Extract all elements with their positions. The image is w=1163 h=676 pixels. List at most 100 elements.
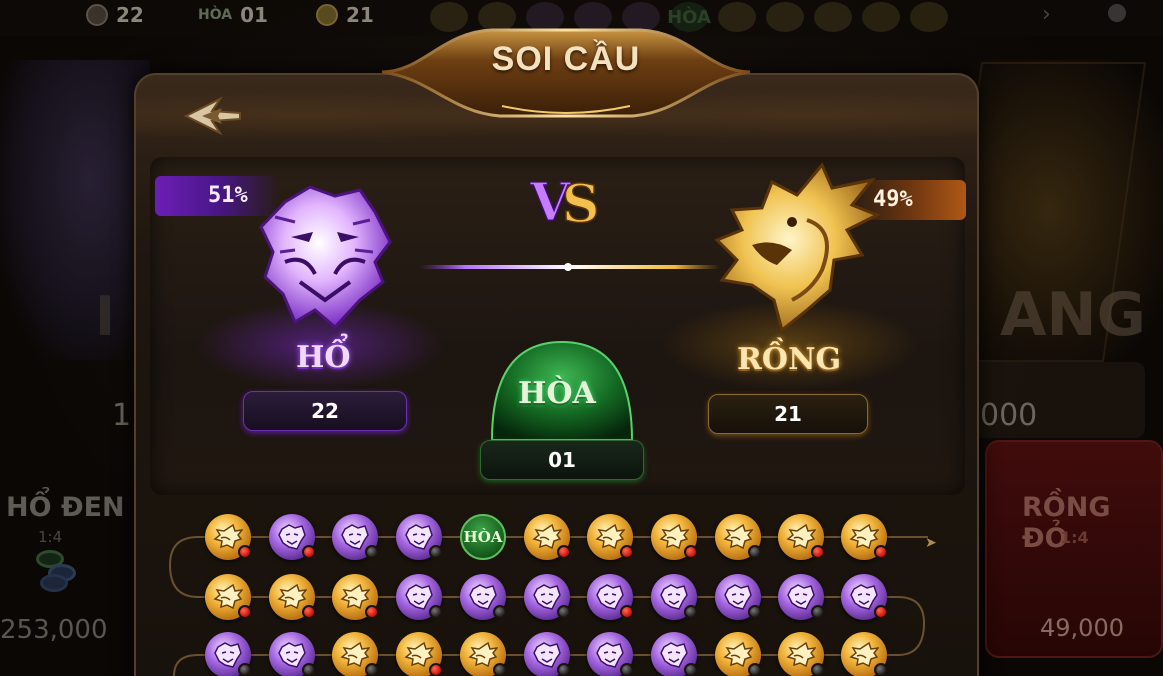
road-bead-tiger (205, 632, 252, 676)
back-button[interactable] (182, 95, 244, 137)
bg-hoa-count: 01 (240, 3, 268, 27)
bg-rong-do-title: RỒNG ĐỎ (1022, 492, 1111, 554)
bg-left-banner: I (95, 285, 116, 348)
black-dot-marker (302, 663, 316, 676)
dragon-name: RỒNG (737, 342, 842, 377)
road-bead-tiger (651, 632, 698, 676)
road-bead-dragon (715, 514, 762, 560)
road-bead-tiger (651, 574, 698, 620)
bg-tiger-count: 22 (116, 3, 144, 27)
red-dot-marker (811, 545, 825, 559)
red-dot-marker (874, 545, 888, 559)
red-dot-marker (620, 605, 634, 619)
chevron-right-icon: › (1042, 2, 1051, 27)
red-dot-marker (874, 605, 888, 619)
bg-hoa-label: HÒA (198, 7, 233, 23)
black-dot-marker (811, 605, 825, 619)
red-dot-marker (620, 545, 634, 559)
tiger-percent: 51% (208, 183, 248, 208)
red-dot-marker (365, 605, 379, 619)
bg-history-dot (766, 2, 804, 32)
road-bead-tiger (715, 574, 762, 620)
vs-emblem-icon: V S (530, 171, 600, 230)
road-bead-dragon (396, 632, 443, 676)
road-map: ➤ HÒA (168, 505, 948, 676)
road-bead-dragon (269, 574, 316, 620)
red-dot-marker (238, 605, 252, 619)
bg-left-amount: 1 (112, 398, 132, 433)
bg-ho-den-title: HỔ ĐEN (6, 492, 125, 523)
black-dot-marker (429, 605, 443, 619)
black-dot-marker (684, 663, 698, 676)
black-dot-marker (238, 663, 252, 676)
road-bead-hoa: HÒA (460, 514, 506, 560)
tie-count: 01 (480, 440, 644, 480)
black-dot-marker (684, 605, 698, 619)
vs-s: S (562, 174, 600, 230)
road-bead-tiger (524, 574, 571, 620)
black-dot-marker (493, 663, 507, 676)
bg-history-dot (910, 2, 948, 32)
bg-history-dot (862, 2, 900, 32)
game-screen: 22 HÒA 01 21 HÒA › I ANG 1 000 HỔ ĐEN 1:… (0, 0, 1163, 676)
bg-tiger-stat: 22 (86, 3, 144, 27)
road-bead-dragon (332, 632, 379, 676)
popup-title: SOI CẦU (491, 40, 641, 78)
road-bead-dragon (205, 574, 252, 620)
dragon-count: 21 (708, 394, 868, 434)
vs-beam (420, 263, 720, 271)
black-dot-marker (811, 663, 825, 676)
road-bead-dragon (841, 514, 888, 560)
chip-stack-icon (36, 550, 82, 592)
road-bead-tiger (269, 632, 316, 676)
red-dot-marker (238, 545, 252, 559)
road-bead-dragon (651, 514, 698, 560)
road-bead-tiger (587, 574, 634, 620)
road-bead-dragon (332, 574, 379, 620)
dragon-head-icon (714, 162, 881, 333)
black-dot-marker (365, 545, 379, 559)
road-bead-dragon (715, 632, 762, 676)
bg-ho-den-total: 253,000 (0, 615, 108, 645)
road-bead-tiger (587, 632, 634, 676)
bg-dragon-stat: 21 (316, 3, 374, 27)
title-plate: SOI CẦU (382, 26, 750, 118)
road-arrow-icon: ➤ (925, 535, 937, 551)
road-bead-dragon (778, 514, 825, 560)
black-dot-marker (748, 663, 762, 676)
back-arrow-icon (183, 96, 241, 136)
road-bead-tiger (460, 574, 507, 620)
road-bead-tiger (396, 574, 443, 620)
bg-rong-do-ratio: 1:4 (1060, 528, 1089, 547)
bg-rong-do-total: 49,000 (1040, 614, 1124, 642)
black-dot-marker (429, 545, 443, 559)
bg-ho-den-ratio: 1:4 (38, 528, 63, 546)
red-dot-marker (429, 663, 443, 676)
red-dot-marker (302, 605, 316, 619)
bg-status-dot (1108, 4, 1126, 22)
road-bead-dragon (587, 514, 634, 560)
black-dot-marker (748, 605, 762, 619)
road-bead-dragon (460, 632, 507, 676)
tiger-chip-icon (86, 4, 108, 26)
black-dot-marker (557, 663, 571, 676)
bg-dragon-count: 21 (346, 3, 374, 27)
road-bead-tiger (332, 514, 379, 560)
red-dot-marker (302, 545, 316, 559)
black-dot-marker (874, 663, 888, 676)
road-bead-tiger (269, 514, 316, 560)
black-dot-marker (365, 663, 379, 676)
bg-right-banner: ANG (1000, 280, 1146, 350)
road-bead-tiger (396, 514, 443, 560)
road-bead-tiger (841, 574, 888, 620)
red-dot-marker (557, 545, 571, 559)
black-dot-marker (493, 605, 507, 619)
black-dot-marker (557, 605, 571, 619)
black-dot-marker (748, 545, 762, 559)
bg-history-dot (814, 2, 852, 32)
road-bead-tiger (524, 632, 571, 676)
bg-right-amount: 000 (980, 398, 1038, 433)
road-bead-tiger (778, 574, 825, 620)
tiger-head-icon (259, 185, 392, 330)
road-bead-dragon (841, 632, 888, 676)
